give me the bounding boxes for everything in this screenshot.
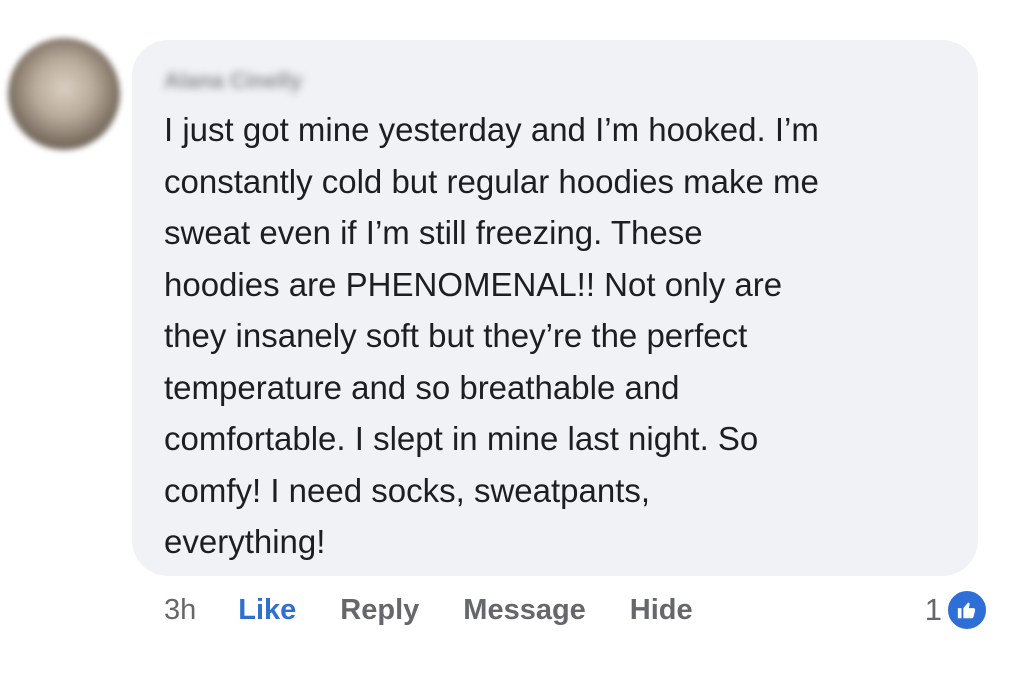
thumbs-up-icon	[946, 589, 988, 631]
comment-actions: 3h Like Reply Message Hide	[164, 588, 737, 632]
comment-text-line: hoodies are PHENOMENAL!! Not only are	[164, 265, 783, 303]
avatar[interactable]	[8, 38, 120, 150]
reaction-summary[interactable]: 1	[925, 588, 988, 632]
comment-text-line: sweat even if I’m still freezing. These	[164, 214, 703, 251]
like-button[interactable]: Like	[238, 594, 296, 627]
comment-text-line: they insanely soft but they’re the perfe…	[164, 317, 748, 354]
hide-button[interactable]: Hide	[630, 594, 693, 627]
comment-bubble: Alana Cinelly I just got mine yesterday …	[132, 40, 978, 576]
comment-view: Alana Cinelly I just got mine yesterday …	[0, 0, 1024, 682]
comment-text-line: constantly cold but regular hoodies make…	[164, 162, 819, 200]
comment-timestamp[interactable]: 3h	[164, 594, 196, 627]
comment-text-line: everything!	[164, 523, 326, 560]
comment-author-name[interactable]: Alana Cinelly	[164, 66, 948, 96]
reply-button[interactable]: Reply	[340, 594, 419, 627]
comment-text-line: I just got mine yesterday and I’m hooked…	[164, 111, 819, 148]
comment-text: I just got mine yesterday and I’m hooked…	[164, 104, 948, 568]
comment-text-line: comfy! I need socks, sweatpants,	[164, 471, 651, 509]
message-button[interactable]: Message	[463, 594, 586, 627]
reaction-count: 1	[924, 592, 942, 627]
comment-text-line: temperature and so breathable and	[164, 368, 680, 406]
comment-text-line: comfortable. I slept in mine last night.…	[164, 420, 759, 457]
